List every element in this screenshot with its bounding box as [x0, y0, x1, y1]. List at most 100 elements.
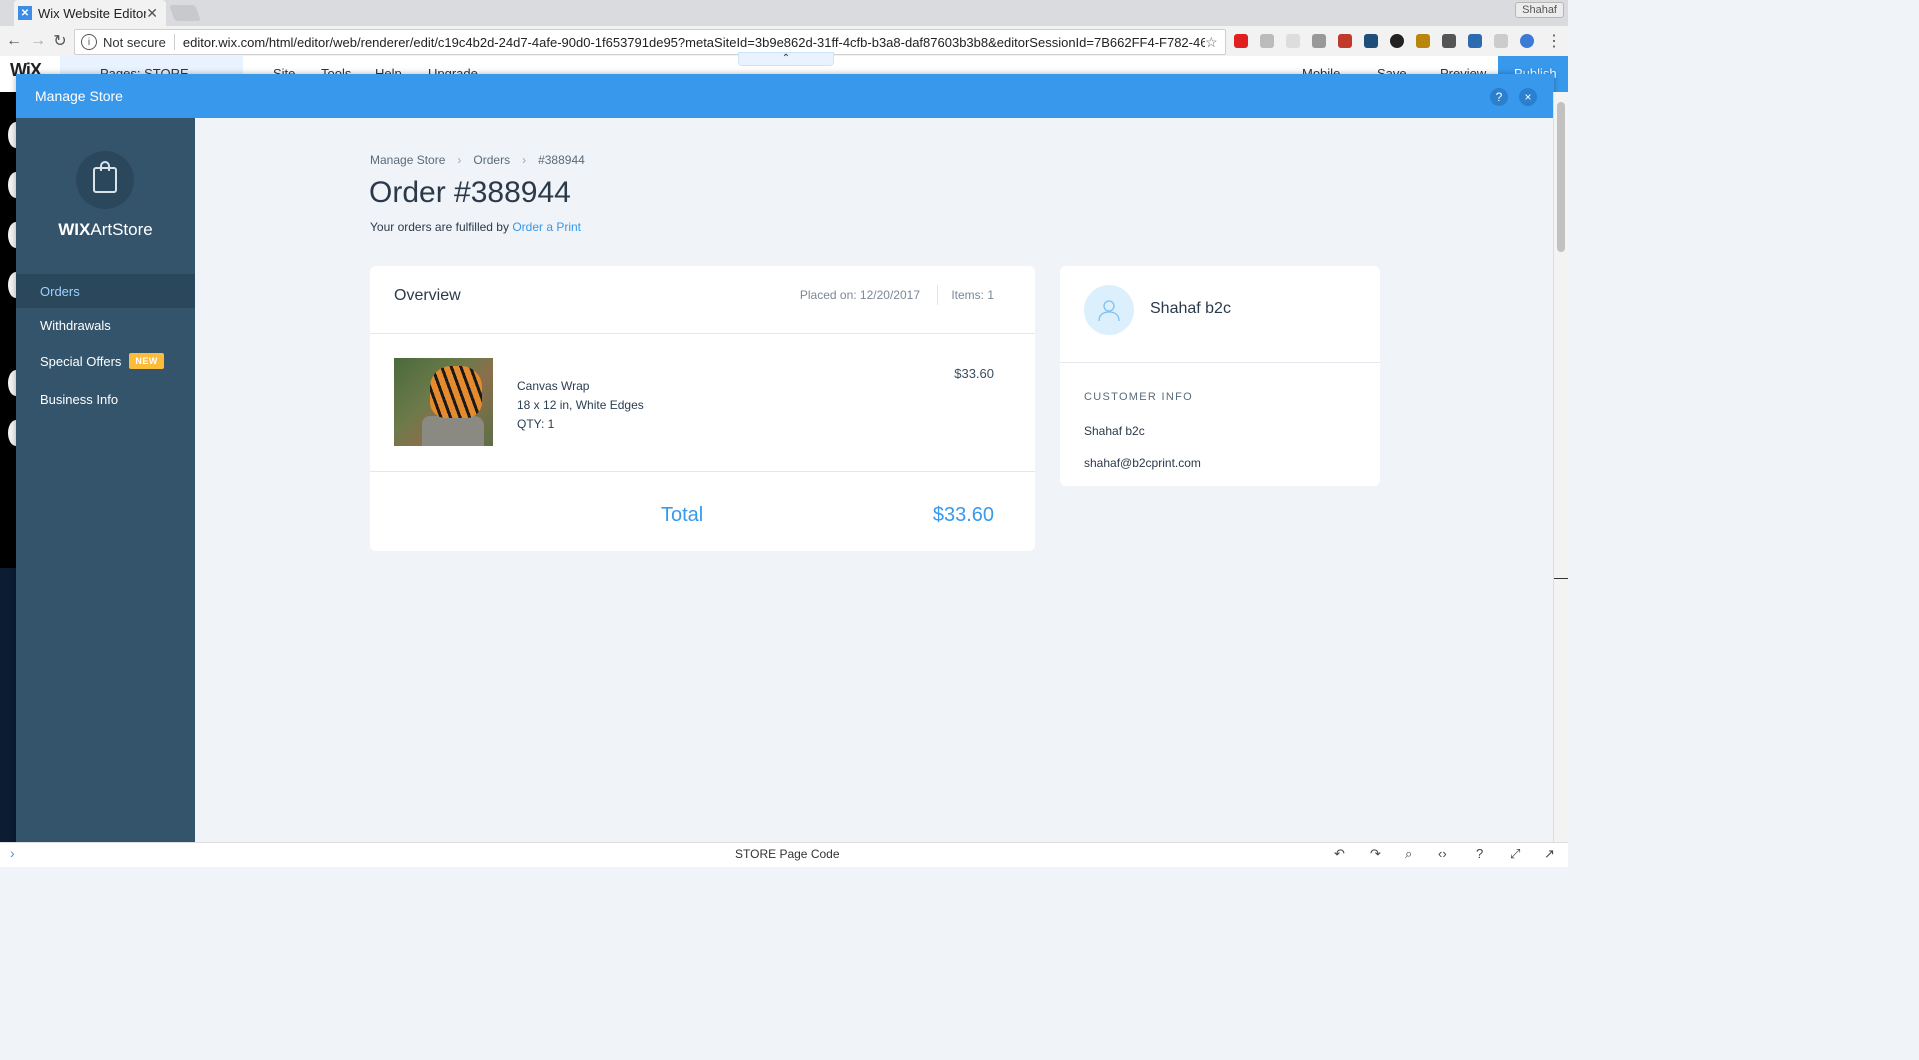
modal-header: Manage Store ? ×: [16, 74, 1554, 118]
customer-info-label: CUSTOMER INFO: [1084, 391, 1193, 403]
manage-store-modal: Manage Store ? × WIXArtStore Orders With…: [16, 74, 1554, 847]
fulfillment-note: Your orders are fulfilled by Order a Pri…: [370, 220, 581, 234]
brand-name: WIXArtStore: [16, 220, 195, 240]
user-icon: [1098, 300, 1120, 322]
help-icon[interactable]: ?: [1490, 88, 1508, 106]
scrollbar-thumb[interactable]: [1557, 102, 1565, 252]
modal-title: Manage Store: [35, 88, 123, 104]
extension-doc-icon[interactable]: [1260, 34, 1274, 48]
undo-icon[interactable]: ↶: [1334, 846, 1345, 862]
customer-info-name: Shahaf b2c: [1084, 424, 1145, 438]
panel-lower-area: [0, 568, 16, 847]
store-sidebar: WIXArtStore Orders Withdrawals Special O…: [16, 118, 195, 847]
product-qty: QTY: 1: [517, 417, 555, 431]
sidebar-item-orders[interactable]: Orders: [16, 274, 195, 308]
extension-puzzle-icon[interactable]: [1494, 34, 1508, 48]
extension-chrome-icon[interactable]: [1390, 34, 1404, 48]
customer-email[interactable]: shahaf@b2cprint.com: [1084, 456, 1201, 470]
sidebar-item-label: Business Info: [40, 391, 119, 407]
sidebar-item-withdrawals[interactable]: Withdrawals: [16, 308, 195, 342]
collapse-handle[interactable]: ⌃: [738, 52, 834, 66]
sidebar-item-label: Special Offers: [40, 353, 122, 369]
back-arrow-icon[interactable]: ←: [4, 31, 24, 51]
customer-header: Shahaf b2c: [1060, 266, 1380, 363]
url-text[interactable]: editor.wix.com/html/editor/web/renderer/…: [183, 35, 1205, 50]
new-tab-button[interactable]: [169, 5, 201, 21]
code-panel-bar: › STORE Page Code ↶ ↷ ⌕ ‹› ? ⤢ ↗: [0, 842, 1568, 867]
product-name: Canvas Wrap: [517, 379, 590, 393]
code-icon[interactable]: ‹›: [1438, 846, 1447, 861]
product-image: [394, 358, 493, 446]
extension-blue-icon[interactable]: [1520, 34, 1534, 48]
page-title: Order #388944: [369, 176, 571, 209]
chevron-right-icon: ›: [522, 153, 527, 167]
placed-on: Placed on: 12/20/2017: [799, 288, 920, 302]
redo-icon[interactable]: ↷: [1370, 846, 1381, 862]
extension-badge-icon[interactable]: [1468, 34, 1482, 48]
overview-header: Overview Placed on: 12/20/2017 Items: 1: [370, 266, 1035, 334]
security-label: Not secure: [103, 34, 166, 50]
avatar: [1084, 285, 1134, 335]
chevron-right-icon[interactable]: ›: [10, 845, 15, 861]
order-content: Manage Store › Orders › #388944 Order #3…: [195, 118, 1554, 847]
tab-close-icon[interactable]: ✕: [146, 5, 158, 22]
extension-ghost-icon[interactable]: [1286, 34, 1300, 48]
close-icon[interactable]: ×: [1519, 88, 1537, 106]
omnibox-divider: [173, 34, 175, 50]
overview-title: Overview: [394, 287, 461, 304]
page-code-title: STORE Page Code: [735, 847, 840, 861]
browser-user-chip[interactable]: Shahaf: [1515, 2, 1564, 18]
maximize-icon[interactable]: ⤢: [1510, 846, 1520, 862]
wix-favicon-icon: ✕: [18, 6, 32, 20]
breadcrumb-manage-store[interactable]: Manage Store: [370, 153, 445, 167]
new-badge: NEW: [129, 353, 164, 369]
extension-video-icon[interactable]: [1338, 34, 1352, 48]
product-details: Canvas Wrap 18 x 12 in, White Edges QTY:…: [517, 377, 644, 434]
extension-opera-icon[interactable]: [1234, 34, 1248, 48]
overview-card: Overview Placed on: 12/20/2017 Items: 1 …: [370, 266, 1035, 551]
scrollbar-divider: [1554, 578, 1568, 579]
bookmark-star-icon[interactable]: ☆: [1205, 34, 1225, 51]
forward-arrow-icon[interactable]: →: [28, 31, 48, 51]
image-rock: [422, 416, 484, 446]
items-count: Items: 1: [951, 288, 994, 302]
breadcrumb-orders[interactable]: Orders: [473, 153, 510, 167]
customer-name: Shahaf b2c: [1150, 300, 1231, 317]
breadcrumb: Manage Store › Orders › #388944: [370, 153, 585, 167]
sidebar-item-label: Withdrawals: [40, 317, 111, 333]
breadcrumb-current: #388944: [538, 153, 585, 167]
store-logo: [76, 151, 134, 209]
search-icon[interactable]: ⌕: [1405, 846, 1412, 862]
brand-wix: WIX: [58, 220, 91, 239]
brand-artstore: ArtStore: [90, 220, 153, 239]
extension-pen-icon[interactable]: [1416, 34, 1430, 48]
sidebar-item-special-offers[interactable]: Special Offers NEW: [16, 344, 195, 378]
order-a-print-link[interactable]: Order a Print: [512, 220, 581, 234]
customer-card: Shahaf b2c CUSTOMER INFO Shahaf b2c shah…: [1060, 266, 1380, 486]
fulfillment-text: Your orders are fulfilled by: [370, 220, 509, 234]
total-label: Total: [661, 504, 704, 526]
extension-mail-icon[interactable]: [1442, 34, 1456, 48]
list-item: Canvas Wrap 18 x 12 in, White Edges QTY:…: [370, 334, 1035, 472]
browser-tab[interactable]: ✕ Wix Website Editor ✕: [14, 0, 166, 26]
reload-icon[interactable]: ↻: [50, 31, 70, 51]
editor-scrollbar[interactable]: [1553, 92, 1568, 847]
browser-tab-title: Wix Website Editor: [38, 5, 147, 21]
address-bar[interactable]: i Not secure editor.wix.com/html/editor/…: [74, 29, 1226, 55]
extension-react-icon[interactable]: [1364, 34, 1378, 48]
help-icon[interactable]: ?: [1476, 846, 1483, 861]
shopping-bag-icon: [93, 161, 117, 193]
popout-icon[interactable]: ↗: [1544, 846, 1555, 862]
sidebar-item-business-info[interactable]: Business Info: [16, 382, 195, 416]
chevron-right-icon: ›: [457, 153, 462, 167]
info-icon[interactable]: i: [81, 34, 97, 50]
product-price: $33.60: [954, 366, 994, 381]
editor-left-panel: [0, 92, 24, 847]
image-tiger: [430, 366, 482, 418]
browser-tabbar: ✕ Wix Website Editor ✕ Shahaf: [0, 0, 1568, 26]
total-value: $33.60: [932, 504, 994, 526]
overview-divider: [937, 285, 938, 305]
browser-menu-icon[interactable]: ⋮: [1544, 31, 1564, 51]
extension-box-icon[interactable]: [1312, 34, 1326, 48]
product-size: 18 x 12 in, White Edges: [517, 398, 644, 412]
